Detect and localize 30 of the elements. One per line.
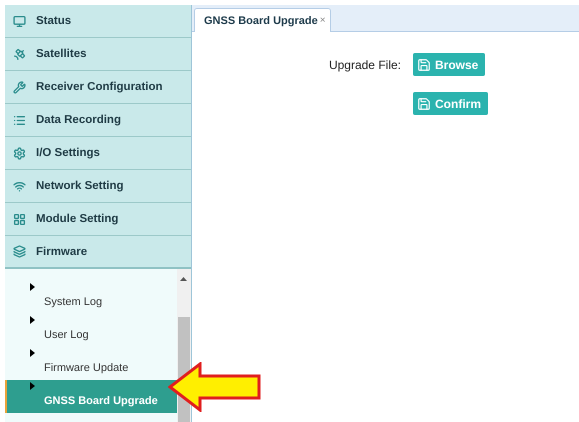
floppy-icon bbox=[417, 58, 431, 72]
arrow-icon bbox=[168, 362, 262, 412]
triangle-icon bbox=[30, 382, 35, 390]
field-label: Upgrade File: bbox=[328, 58, 401, 72]
grid-icon bbox=[13, 212, 26, 226]
sidebar-menu-item[interactable]: Module Setting bbox=[5, 203, 191, 236]
sidebar-menu-item[interactable]: Firmware bbox=[5, 236, 191, 269]
wrench-icon bbox=[13, 80, 26, 94]
triangle-icon bbox=[30, 283, 35, 291]
monitor-icon bbox=[13, 14, 26, 28]
sidebar-menu-item[interactable]: Status bbox=[5, 5, 191, 38]
satellite-icon bbox=[13, 48, 26, 60]
layers-icon bbox=[13, 245, 26, 258]
sidebar-menu-item[interactable]: Data Recording bbox=[5, 104, 191, 137]
sidebar-menu-item[interactable]: Network Setting bbox=[5, 170, 191, 203]
sidebar-menu-item[interactable]: I/O Settings bbox=[5, 137, 191, 170]
sidebar-menu-item[interactable]: Satellites bbox=[5, 38, 191, 71]
gear-icon bbox=[13, 146, 26, 160]
close-icon[interactable]: × bbox=[320, 15, 326, 26]
wifi-icon bbox=[13, 180, 26, 192]
sidebar-menu-item[interactable]: Receiver Configuration bbox=[5, 71, 191, 104]
submenu-item[interactable]: Firmware Update bbox=[5, 347, 177, 380]
scroll-up-icon[interactable] bbox=[180, 277, 187, 281]
triangle-icon bbox=[30, 316, 35, 324]
tab[interactable]: GNSS Board Upgrade × bbox=[194, 8, 331, 32]
floppy-icon bbox=[417, 96, 431, 110]
triangle-icon bbox=[30, 349, 35, 357]
list-icon bbox=[13, 114, 26, 126]
submenu-item[interactable]: User Log bbox=[5, 314, 177, 347]
submenu-item[interactable]: System Log bbox=[5, 281, 177, 314]
